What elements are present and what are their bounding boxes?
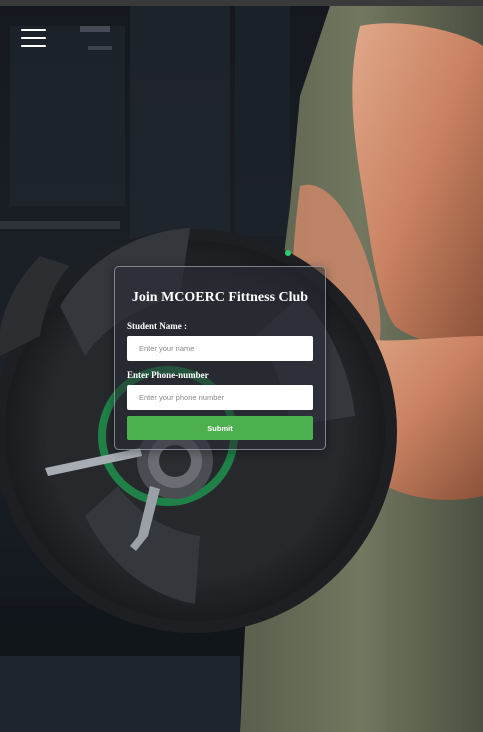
phone-number-label: Enter Phone-number	[127, 370, 209, 380]
join-form-card: Join MCOERC Fittness Club Student Name :…	[114, 266, 326, 450]
submit-button[interactable]: Submit	[127, 416, 313, 440]
student-name-input[interactable]	[127, 336, 313, 361]
menu-line	[21, 29, 46, 31]
form-title: Join MCOERC Fittness Club	[131, 290, 309, 305]
menu-line	[21, 45, 46, 47]
phone-number-input[interactable]	[127, 385, 313, 410]
menu-line	[21, 37, 46, 39]
hamburger-menu-icon[interactable]	[21, 29, 46, 47]
student-name-label: Student Name :	[127, 321, 187, 331]
